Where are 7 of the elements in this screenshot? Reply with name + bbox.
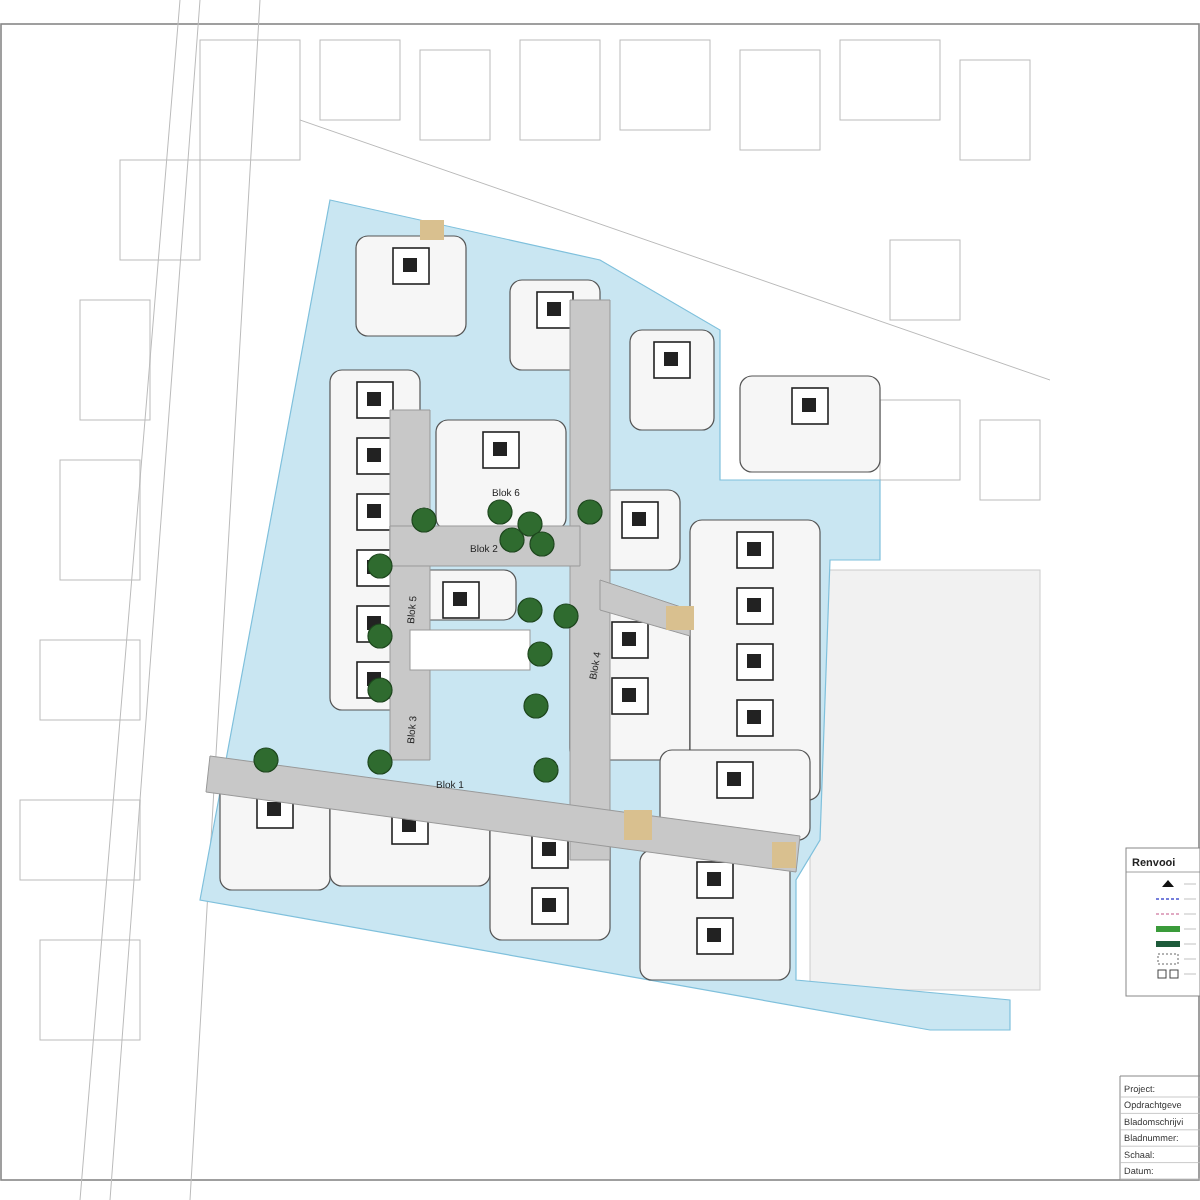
bar-icon	[1156, 926, 1180, 932]
squares-icon	[1157, 969, 1179, 979]
triangle-icon	[1162, 880, 1174, 887]
dotted-box-icon	[1157, 953, 1179, 965]
dashed-line-icon	[1155, 913, 1181, 915]
dashed-line-icon	[1155, 898, 1181, 900]
bar-icon	[1156, 941, 1180, 947]
